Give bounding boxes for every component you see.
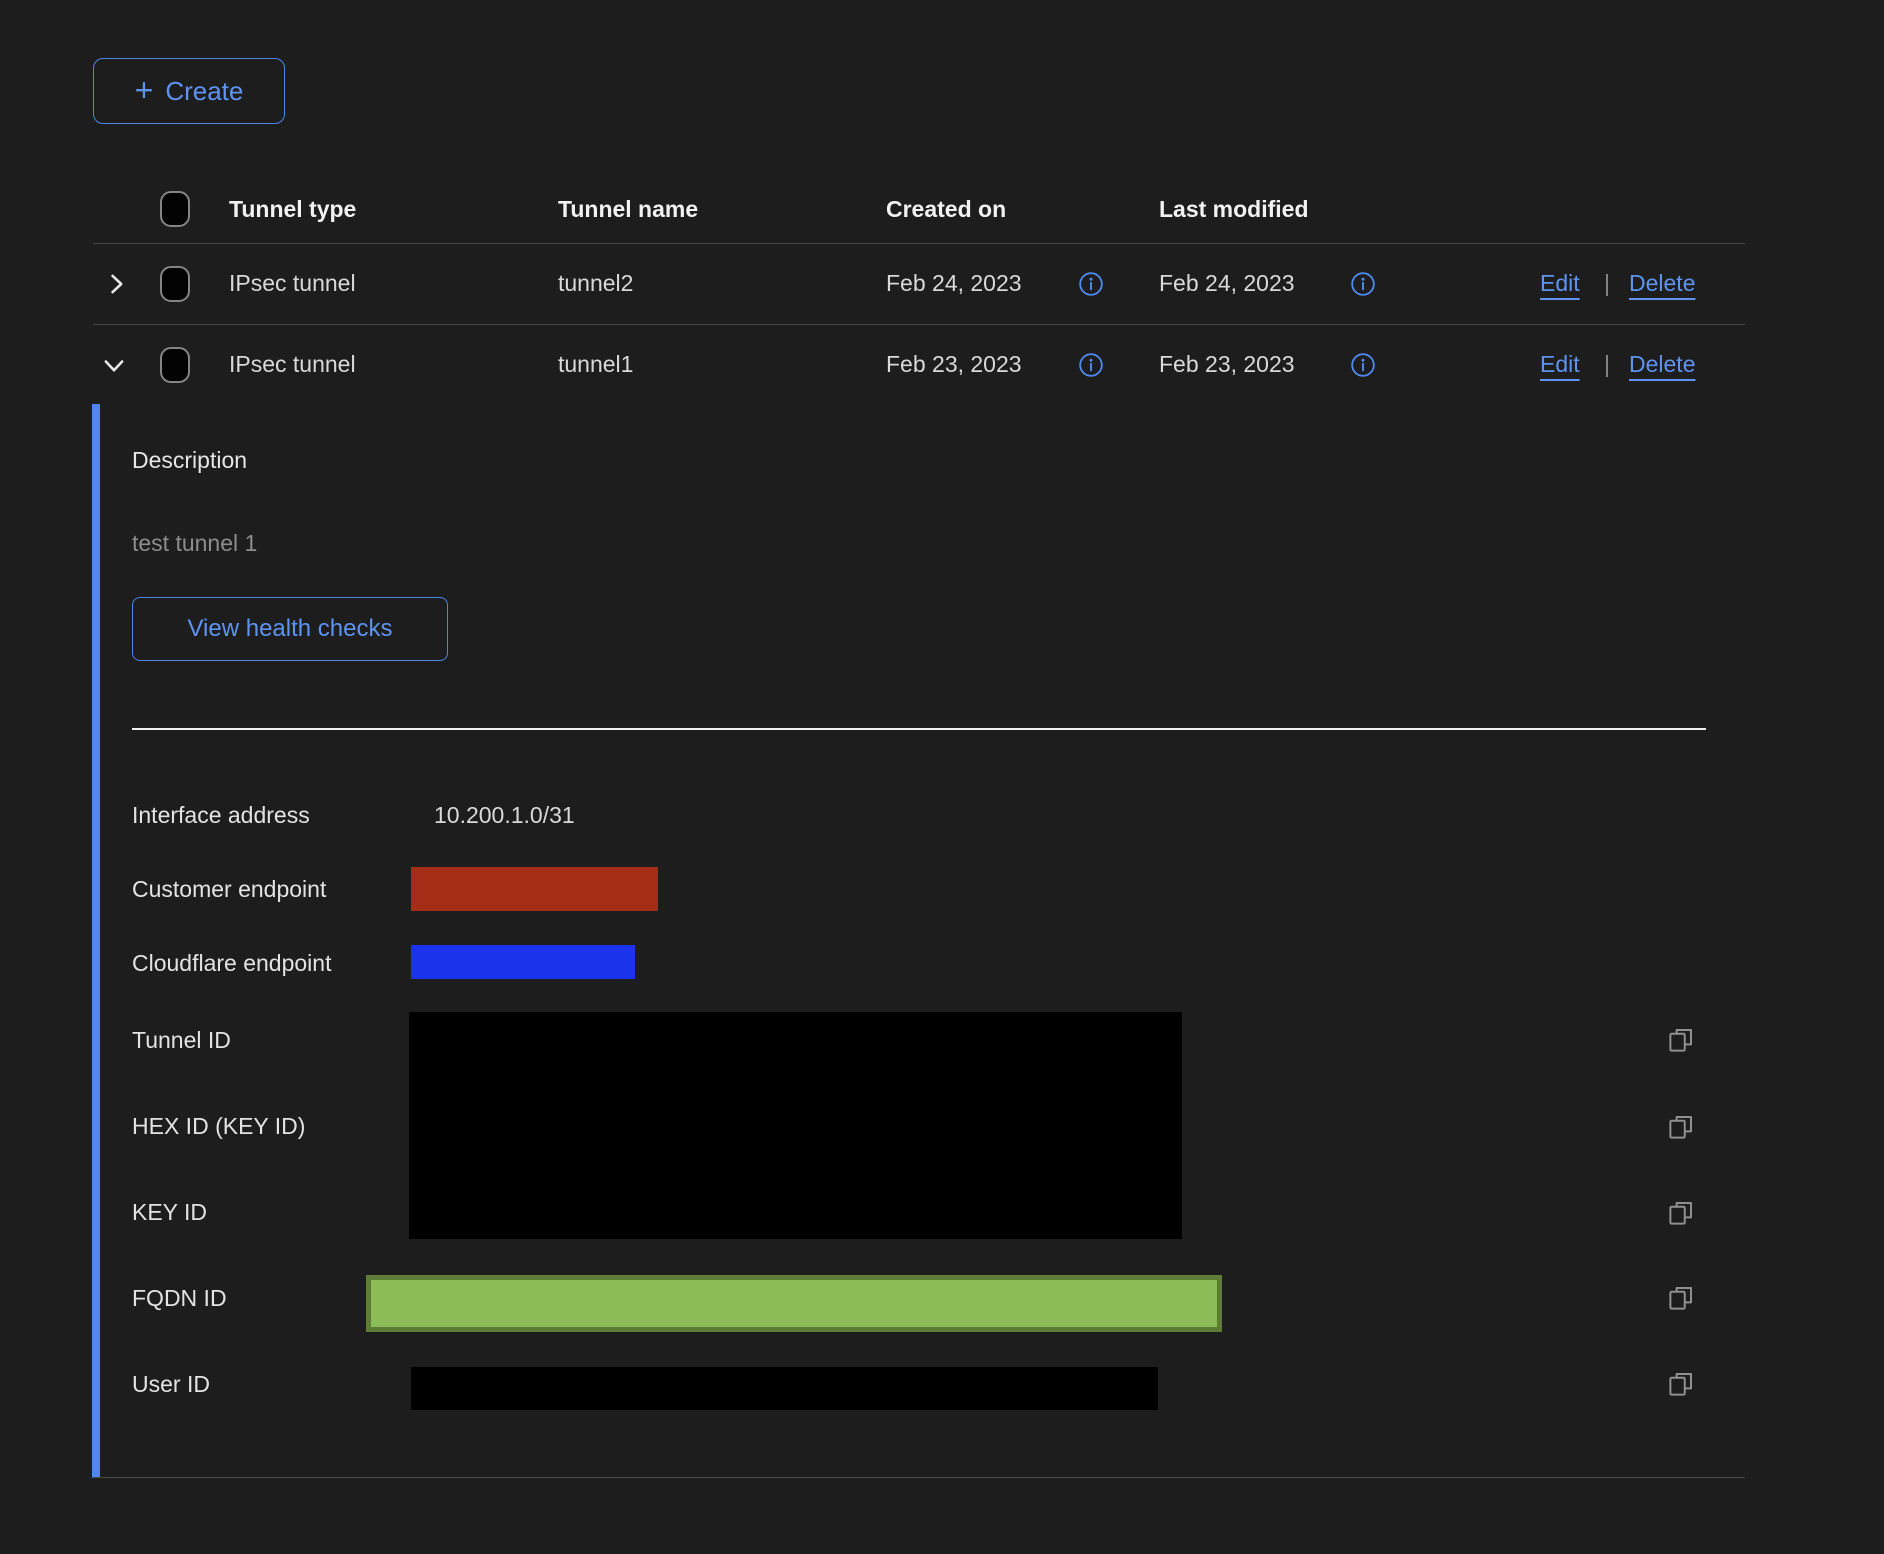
description-label: Description [132, 447, 247, 474]
copy-user-id-button[interactable] [1666, 1369, 1696, 1399]
fqdn-id-redaction [366, 1275, 1222, 1332]
created-on-cell: Feb 24, 2023 [886, 270, 1022, 297]
tunnel-name-cell: tunnel1 [558, 351, 633, 378]
tunnels-page: + Create Tunnel type Tunnel name Created… [0, 0, 1884, 1554]
section-divider [132, 728, 1706, 730]
edit-link[interactable]: Edit [1540, 351, 1580, 378]
table-bottom-divider [93, 1477, 1745, 1478]
row-checkbox[interactable] [160, 266, 190, 302]
chevron-down-icon [100, 367, 128, 382]
customer-endpoint-label: Customer endpoint [132, 876, 326, 903]
copy-icon [1666, 1387, 1696, 1402]
column-header-tunnel-type: Tunnel type [229, 196, 356, 223]
copy-hex-id-button[interactable] [1666, 1112, 1696, 1142]
column-header-tunnel-name: Tunnel name [558, 196, 698, 223]
tunnel-type-cell: IPsec tunnel [229, 270, 356, 297]
hex-id-label: HEX ID (KEY ID) [132, 1113, 305, 1140]
user-id-redaction [411, 1367, 1158, 1410]
action-separator: | [1604, 351, 1610, 378]
info-icon[interactable] [1078, 271, 1104, 297]
copy-icon [1666, 1130, 1696, 1145]
row-checkbox[interactable] [160, 347, 190, 383]
cloudflare-endpoint-label: Cloudflare endpoint [132, 950, 331, 977]
tunnel-id-label: Tunnel ID [132, 1027, 231, 1054]
copy-icon [1666, 1301, 1696, 1316]
customer-endpoint-redaction [411, 867, 658, 911]
interface-address-value: 10.200.1.0/31 [434, 802, 575, 829]
column-header-last-modified: Last modified [1159, 196, 1309, 223]
expanded-panel-accent-bar [92, 404, 100, 1478]
description-value: test tunnel 1 [132, 530, 257, 557]
create-button[interactable]: + Create [93, 58, 285, 124]
last-modified-cell: Feb 23, 2023 [1159, 351, 1295, 378]
row-divider [93, 324, 1745, 325]
edit-link[interactable]: Edit [1540, 270, 1580, 297]
copy-icon [1666, 1043, 1696, 1058]
info-icon[interactable] [1350, 271, 1376, 297]
expand-row-button[interactable] [102, 270, 130, 298]
cloudflare-endpoint-redaction [411, 945, 635, 979]
copy-tunnel-id-button[interactable] [1666, 1025, 1696, 1055]
view-health-checks-button[interactable]: View health checks [132, 597, 448, 661]
copy-key-id-button[interactable] [1666, 1198, 1696, 1228]
chevron-right-icon [102, 286, 130, 301]
action-separator: | [1604, 270, 1610, 297]
delete-link[interactable]: Delete [1629, 270, 1695, 297]
key-id-label: KEY ID [132, 1199, 207, 1226]
created-on-cell: Feb 23, 2023 [886, 351, 1022, 378]
info-icon[interactable] [1350, 352, 1376, 378]
collapse-row-button[interactable] [100, 351, 128, 379]
fqdn-id-label: FQDN ID [132, 1285, 227, 1312]
copy-fqdn-id-button[interactable] [1666, 1283, 1696, 1313]
user-id-label: User ID [132, 1371, 210, 1398]
tunnel-type-cell: IPsec tunnel [229, 351, 356, 378]
interface-address-label: Interface address [132, 802, 310, 829]
create-button-label: Create [165, 76, 243, 107]
last-modified-cell: Feb 24, 2023 [1159, 270, 1295, 297]
info-icon[interactable] [1078, 352, 1104, 378]
select-all-checkbox[interactable] [160, 191, 190, 227]
plus-icon: + [135, 74, 154, 106]
ids-redaction-block [409, 1012, 1182, 1239]
tunnel-name-cell: tunnel2 [558, 270, 633, 297]
copy-icon [1666, 1216, 1696, 1231]
delete-link[interactable]: Delete [1629, 351, 1695, 378]
header-divider [93, 243, 1745, 244]
column-header-created-on: Created on [886, 196, 1006, 223]
